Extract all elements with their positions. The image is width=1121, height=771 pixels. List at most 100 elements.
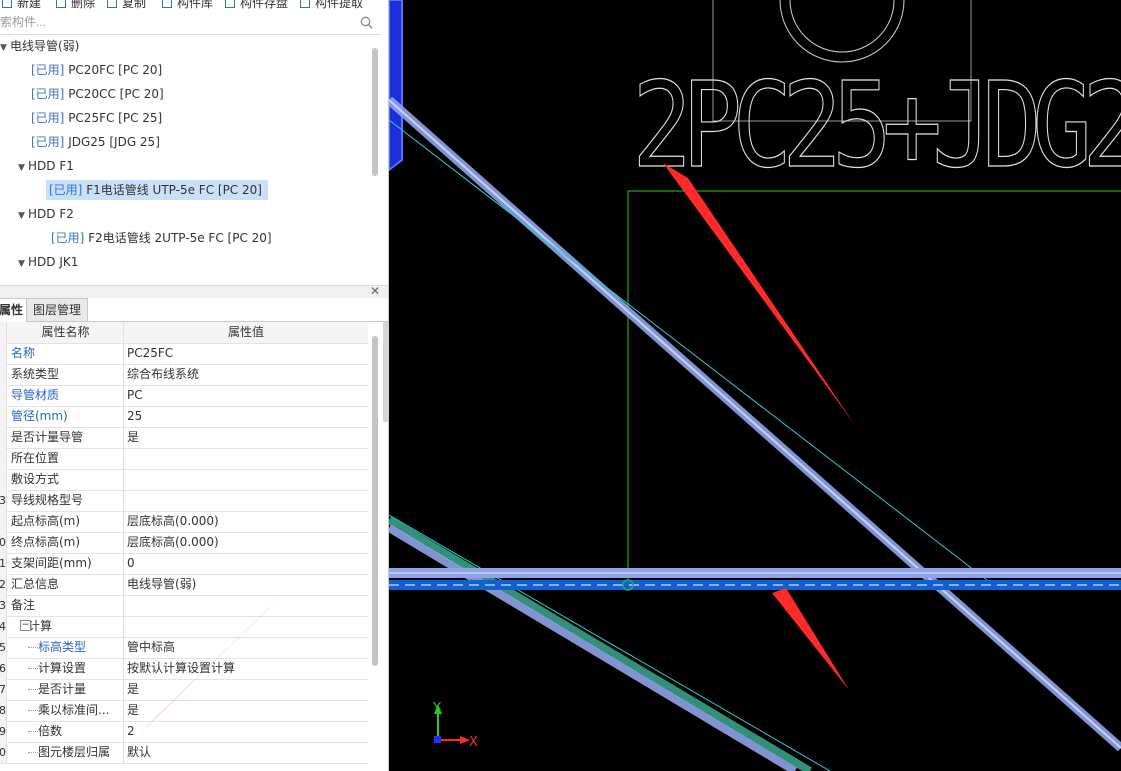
tree-connector — [28, 710, 42, 711]
property-name: 备注 — [8, 595, 124, 616]
axis-x-label: X — [469, 735, 478, 750]
save-component-button[interactable]: 构件存盘 — [225, 0, 288, 11]
property-name: 是否计量导管 — [8, 427, 124, 448]
property-tabs: 属性 图层管理 — [0, 298, 388, 322]
row-number: 9 — [0, 721, 7, 742]
property-value[interactable]: PC — [127, 385, 143, 406]
tree-scrollbar[interactable] — [372, 48, 378, 176]
property-row[interactable]: 起点标高(m) 层底标高(0.000) — [0, 511, 368, 533]
row-number: 0 — [0, 532, 7, 553]
search-bar — [0, 12, 381, 35]
delete-button[interactable]: 删除 — [56, 0, 95, 11]
row-number: 6 — [0, 658, 7, 679]
cad-canvas[interactable]: 2PC25+JDG2 Y X — [389, 0, 1121, 771]
grid-scrollbar[interactable] — [372, 336, 378, 666]
tree-item[interactable]: [已用] PC20CC [PC 20] — [31, 84, 164, 104]
close-icon[interactable]: ✕ — [370, 284, 380, 298]
property-value[interactable]: 层底标高(0.000) — [127, 511, 219, 532]
tree-group-f1[interactable]: ▼ HDD F1 — [18, 156, 74, 176]
collapse-triangle-icon[interactable]: ▼ — [18, 254, 28, 274]
property-name: 倍数 — [8, 721, 124, 742]
property-value[interactable]: 是 — [127, 427, 139, 448]
property-value[interactable]: 是 — [127, 679, 139, 700]
new-button[interactable]: 新建 — [2, 0, 41, 11]
property-row[interactable]: 3导线规格型号 — [0, 490, 368, 512]
collapse-triangle-icon[interactable]: ▼ — [0, 38, 10, 58]
property-row[interactable]: 0图元楼层归属默认 — [0, 742, 368, 764]
tree-group-jk1[interactable]: ▼ HDD JK1 — [18, 252, 78, 272]
property-row[interactable]: 敷设方式 — [0, 469, 368, 491]
row-number: 0 — [0, 742, 7, 763]
property-row[interactable]: 导管材质 PC — [0, 385, 368, 407]
property-name: 支架间距(mm) — [8, 553, 124, 574]
collapse-icon[interactable]: − — [20, 620, 31, 631]
property-name: 图元楼层归属 — [8, 742, 124, 763]
property-row[interactable]: 7是否计量是 — [0, 679, 368, 701]
extract-component-button[interactable]: 构件提取 — [300, 0, 363, 11]
collapse-triangle-icon[interactable]: ▼ — [18, 158, 28, 178]
property-name: 导管材质 — [8, 385, 124, 406]
property-row[interactable]: 5标高类型管中标高 — [0, 637, 368, 659]
property-row[interactable]: 所在位置 — [0, 448, 368, 470]
property-row[interactable]: 系统类型 综合布线系统 — [0, 364, 368, 386]
row-number: 3 — [0, 595, 7, 616]
property-row[interactable]: 2汇总信息电线导管(弱) — [0, 574, 368, 596]
blue-wall-edge — [389, 0, 403, 172]
tree-root[interactable]: ▼ 电线导管(弱) — [0, 36, 79, 56]
search-input[interactable] — [0, 12, 355, 32]
property-value[interactable]: PC25FC — [127, 343, 173, 364]
property-name: 乘以标准间... — [8, 700, 124, 721]
search-icon[interactable] — [360, 16, 373, 29]
property-value[interactable]: 按默认计算设置计算 — [127, 658, 235, 679]
tree-connector — [28, 647, 42, 648]
extract-icon — [300, 0, 310, 8]
axis-y-label: Y — [432, 701, 441, 716]
tree-item[interactable]: [已用] F2电话管线 2UTP-5e FC [PC 20] — [51, 228, 272, 248]
property-name: 计算设置 — [8, 658, 124, 679]
property-name: 管径(mm) — [8, 406, 124, 427]
property-value[interactable]: 2 — [127, 721, 135, 742]
property-value[interactable]: 是 — [127, 700, 139, 721]
property-value[interactable]: 综合布线系统 — [127, 364, 199, 385]
property-value[interactable]: 默认 — [127, 742, 151, 763]
row-number: 5 — [0, 637, 7, 658]
library-button[interactable]: 构件库 — [162, 0, 213, 11]
property-row[interactable]: 6计算设置按默认计算设置计算 — [0, 658, 368, 680]
tab-layers[interactable]: 图层管理 — [26, 298, 89, 322]
copy-button[interactable]: 复制 — [107, 0, 146, 11]
property-value[interactable]: 0 — [127, 553, 135, 574]
property-row[interactable]: 1支架间距(mm)0 — [0, 553, 368, 575]
row-number: 1 — [0, 553, 7, 574]
header-name: 属性名称 — [8, 322, 124, 343]
property-value[interactable]: 层底标高(0.000) — [127, 532, 219, 553]
tree-connector — [28, 731, 42, 732]
tree-item[interactable]: [已用] PC25FC [PC 25] — [31, 108, 162, 128]
row-number: 4 — [0, 616, 7, 637]
property-row[interactable]: 0终点标高(m)层底标高(0.000) — [0, 532, 368, 554]
property-value[interactable]: 25 — [127, 406, 142, 427]
panel-divider[interactable]: ✕ — [0, 284, 388, 298]
property-row[interactable]: 名称 PC25FC — [0, 343, 368, 365]
property-row[interactable]: 是否计量导管是 — [0, 427, 368, 449]
property-value[interactable]: 电线导管(弱) — [127, 574, 196, 595]
property-name: 是否计量 — [8, 679, 124, 700]
collapse-triangle-icon[interactable]: ▼ — [18, 206, 28, 226]
row-number — [0, 511, 7, 532]
new-icon — [2, 0, 12, 8]
row-number: 7 — [0, 679, 7, 700]
pipe-annotation-text: 2PC25+JDG2 — [632, 56, 1121, 194]
tree-item-selected[interactable]: [已用] F1电话管线 UTP-5e FC [PC 20] — [46, 180, 268, 200]
property-row[interactable]: 3备注 — [0, 595, 368, 617]
tree-item[interactable]: [已用] PC20FC [PC 20] — [31, 60, 162, 80]
property-row[interactable]: 8乘以标准间...是 — [0, 700, 368, 722]
tree-connector — [28, 689, 42, 690]
property-value[interactable]: 管中标高 — [127, 637, 175, 658]
tree-group-f2[interactable]: ▼ HDD F2 — [18, 204, 74, 224]
property-row[interactable]: 9倍数2 — [0, 721, 368, 743]
tree-item[interactable]: [已用] JDG25 [JDG 25] — [31, 132, 160, 152]
property-row[interactable]: 4−计算 — [0, 616, 368, 638]
property-row[interactable]: 管径(mm) 25 — [0, 406, 368, 428]
trash-icon — [56, 0, 66, 8]
copy-icon — [107, 0, 117, 8]
property-name: 汇总信息 — [8, 574, 124, 595]
